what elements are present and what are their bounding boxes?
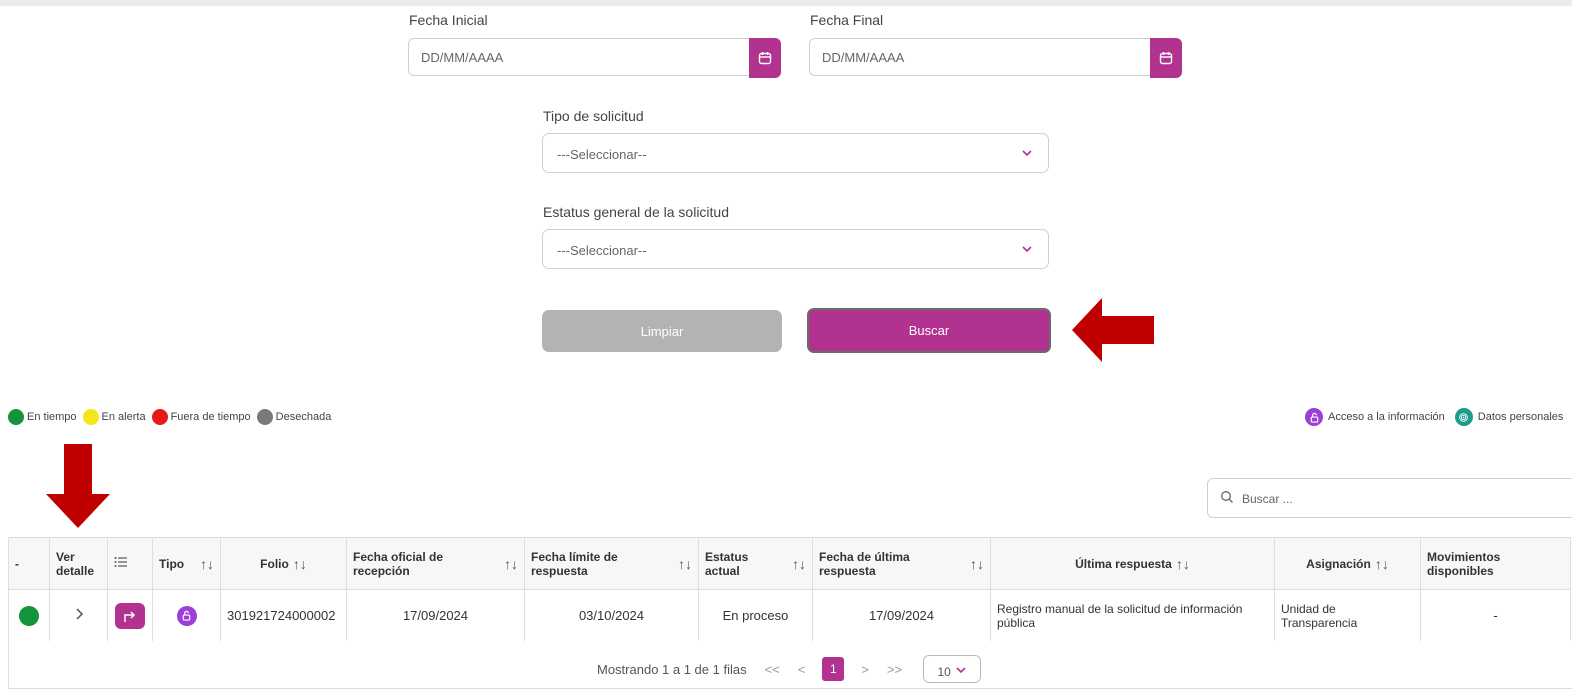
row-tipo-cell <box>152 589 221 642</box>
col-acciones <box>107 537 153 590</box>
top-strip <box>0 0 1572 6</box>
chevron-down-icon <box>1022 246 1032 253</box>
chevron-right-icon[interactable] <box>73 607 85 621</box>
row-accion-cell <box>107 589 153 642</box>
legend-en-tiempo: En tiempo <box>8 409 77 425</box>
legend-fuera-de-tiempo: Fuera de tiempo <box>151 409 251 425</box>
turnar-button[interactable] <box>115 602 145 629</box>
row-asignacion-cell: Unidad de Transparencia <box>1274 589 1421 642</box>
sort-icon[interactable]: ↑↓ <box>293 556 307 572</box>
last-page-button[interactable]: >> <box>887 662 902 677</box>
pagination-summary: Mostrando 1 a 1 de 1 filas <box>597 661 747 677</box>
lock-open-icon <box>1305 408 1323 426</box>
fecha-inicial-calendar-button[interactable] <box>749 38 781 78</box>
next-page-button[interactable]: > <box>861 662 869 677</box>
page-size-select[interactable]: 10 <box>923 655 982 683</box>
sort-icon[interactable]: ↑↓ <box>200 556 214 572</box>
sort-icon[interactable]: ↑↓ <box>970 556 984 572</box>
limpiar-button[interactable]: Limpiar <box>542 310 782 352</box>
first-page-button[interactable]: << <box>765 662 780 677</box>
sort-icon[interactable]: ↑↓ <box>1176 556 1190 572</box>
col-folio[interactable]: Folio ↑↓ <box>220 537 347 590</box>
chevron-down-icon <box>1022 150 1032 157</box>
annotation-arrow-left-icon <box>1072 298 1154 362</box>
red-dot-icon <box>151 409 168 425</box>
row-movimientos-cell: - <box>1420 589 1571 642</box>
col-ultima-respuesta[interactable]: Última respuesta ↑↓ <box>990 537 1275 590</box>
sort-icon[interactable]: ↑↓ <box>792 556 806 572</box>
estatus-general-value: ---Seleccionar-- <box>557 243 647 258</box>
tipo-solicitud-label: Tipo de solicitud <box>543 108 644 124</box>
search-placeholder: Buscar ... <box>1242 492 1293 506</box>
sort-icon[interactable]: ↑↓ <box>504 556 518 572</box>
green-dot-icon <box>19 605 39 626</box>
col-fecha-ultima[interactable]: Fecha de última respuesta ↑↓ <box>812 537 991 590</box>
type-legend: Acceso a la información Datos personales <box>1305 408 1572 426</box>
col-movimientos: Movimientos disponibles <box>1420 537 1571 590</box>
fecha-inicial-placeholder: DD/MM/AAAA <box>421 50 504 65</box>
calendar-icon <box>758 52 772 65</box>
col-fecha-recepcion[interactable]: Fecha oficial de recepción ↑↓ <box>346 537 525 590</box>
green-dot-icon <box>8 409 24 425</box>
search-icon <box>1221 491 1233 503</box>
gray-dot-icon <box>256 409 273 425</box>
solicitudes-table: - Ver detalle Tipo ↑↓ Folio ↑↓ Fecha ofici… <box>8 537 1571 642</box>
legend-acceso-informacion: Acceso a la información <box>1305 408 1445 426</box>
col-fecha-limite[interactable]: Fecha límite de respuesta ↑↓ <box>524 537 699 590</box>
estatus-general-label: Estatus general de la solicitud <box>543 204 729 220</box>
row-fecha-recepcion-cell: 17/09/2024 <box>346 589 525 642</box>
row-estatus-actual-cell: En proceso <box>698 589 813 642</box>
col-tipo[interactable]: Tipo ↑↓ <box>152 537 221 590</box>
fecha-final-label: Fecha Final <box>810 12 884 28</box>
table-header-row: - Ver detalle Tipo ↑↓ Folio ↑↓ Fecha ofici… <box>8 537 1571 590</box>
page-1-button[interactable]: 1 <box>822 657 845 681</box>
fecha-final-input[interactable]: DD/MM/AAAA <box>809 38 1182 78</box>
col-asignacion[interactable]: Asignación ↑↓ <box>1274 537 1421 590</box>
chevron-down-icon <box>956 667 966 674</box>
estatus-general-select[interactable]: ---Seleccionar-- <box>542 229 1049 269</box>
col-ver-detalle: Ver detalle <box>49 537 108 590</box>
legend-en-alerta: En alerta <box>82 409 146 425</box>
lock-open-icon <box>176 605 197 626</box>
col-estatus-actual[interactable]: Estatus actual ↑↓ <box>698 537 813 590</box>
table-search-input[interactable]: Buscar ... <box>1207 478 1572 518</box>
col-status: - <box>8 537 50 590</box>
prev-page-button[interactable]: < <box>798 662 806 677</box>
sort-icon[interactable]: ↑↓ <box>1375 556 1389 572</box>
fingerprint-icon <box>1454 408 1473 426</box>
legend-desechada: Desechada <box>256 409 331 425</box>
row-fecha-limite-cell: 03/10/2024 <box>524 589 699 642</box>
row-folio-cell: 301921724000002 <box>220 589 347 642</box>
row-ver-detalle-cell[interactable] <box>49 589 108 642</box>
buscar-button[interactable]: Buscar <box>807 308 1051 353</box>
status-legend: En tiempo En alerta Fuera de tiempo Dese… <box>8 409 337 425</box>
row-fecha-ultima-cell: 17/09/2024 <box>812 589 991 642</box>
legend-datos-personales: Datos personales <box>1454 408 1563 426</box>
annotation-arrow-down-icon <box>46 444 110 528</box>
pagination: Mostrando 1 a 1 de 1 filas << < 1 > >> 1… <box>597 655 982 683</box>
calendar-icon <box>1159 52 1173 65</box>
fecha-final-calendar-button[interactable] <box>1150 38 1182 78</box>
row-ultima-respuesta-cell: Registro manual de la solicitud de infor… <box>990 589 1275 642</box>
row-status-cell <box>8 589 50 642</box>
list-icon <box>114 557 127 567</box>
fecha-inicial-input[interactable]: DD/MM/AAAA <box>408 38 781 78</box>
tipo-solicitud-value: ---Seleccionar-- <box>557 147 647 162</box>
forward-arrow-icon <box>124 610 136 622</box>
sort-icon[interactable]: ↑↓ <box>678 556 692 572</box>
tipo-solicitud-select[interactable]: ---Seleccionar-- <box>542 133 1049 173</box>
fecha-inicial-label: Fecha Inicial <box>409 12 488 28</box>
table-row: 301921724000002 17/09/2024 03/10/2024 En… <box>8 589 1571 642</box>
yellow-dot-icon <box>82 409 99 425</box>
fecha-final-placeholder: DD/MM/AAAA <box>822 50 905 65</box>
